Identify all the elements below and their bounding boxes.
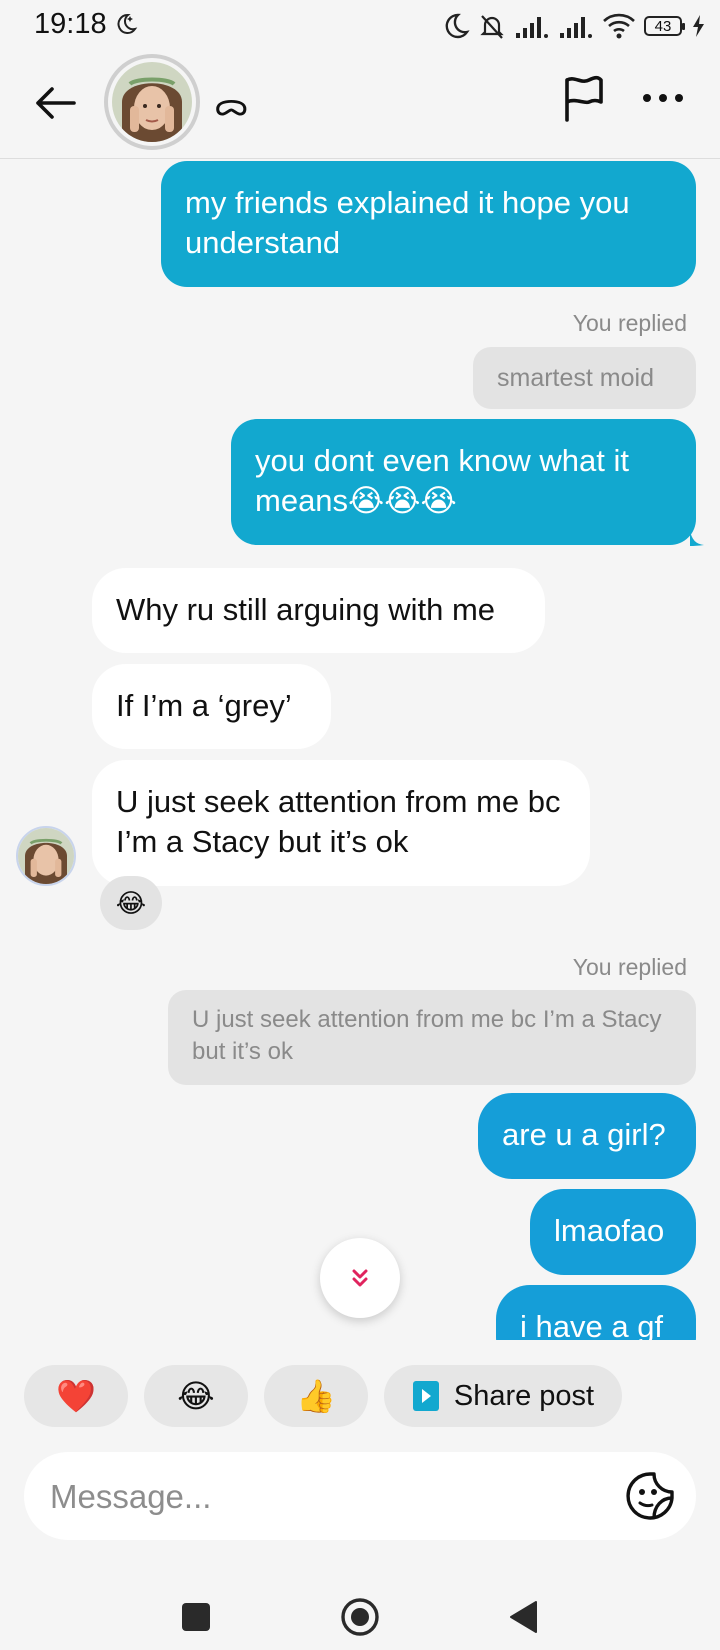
wifi-icon (603, 13, 635, 39)
battery-level: 43 (654, 17, 672, 35)
bell-muted-icon (480, 15, 504, 39)
back-nav-button[interactable] (508, 1600, 538, 1634)
status-icons: 43 (442, 10, 706, 42)
avatar-image (112, 62, 192, 142)
contact-avatar[interactable] (104, 54, 200, 150)
signal-icon (516, 17, 548, 38)
sticker-icon[interactable] (624, 1470, 676, 1522)
you-replied-label: You replied (572, 954, 687, 980)
battery-indicator: 43 (644, 16, 685, 36)
heart-emoji: ❤️ (56, 1378, 96, 1414)
sender-avatar[interactable] (16, 826, 76, 886)
more-icon[interactable] (640, 88, 686, 108)
sent-message[interactable]: my friends explained it hope you underst… (161, 161, 696, 287)
sent-message[interactable]: lmaofao (530, 1189, 696, 1275)
thumbs-up-emoji: 👍 (296, 1378, 336, 1414)
sent-message[interactable]: are u a girl? (478, 1093, 696, 1179)
sent-message[interactable]: i have a gf (496, 1285, 696, 1340)
share-post-label: Share post (453, 1379, 595, 1412)
received-message[interactable]: Why ru still arguing with me (92, 568, 545, 653)
status-time: 19:18 (34, 8, 107, 40)
back-arrow-icon[interactable] (32, 80, 78, 126)
share-post-icon (412, 1381, 439, 1411)
bubble-tail (690, 530, 704, 546)
message-reaction[interactable]: 😂 (100, 876, 162, 930)
contact-name[interactable]: ᯅ (214, 82, 249, 125)
recents-button[interactable] (182, 1603, 210, 1631)
message-input[interactable] (48, 1470, 612, 1524)
quick-thumbs-button[interactable]: 👍 (264, 1365, 368, 1427)
you-replied-label: You replied (572, 310, 687, 336)
moon-icon (445, 13, 470, 39)
quick-heart-button[interactable]: ❤️ (24, 1365, 128, 1427)
message-composer (24, 1452, 696, 1540)
system-nav-bar (0, 1560, 720, 1650)
signal-icon-2 (560, 17, 592, 38)
received-message[interactable]: U just seek attention from me bc I’m a S… (92, 760, 590, 886)
charging-icon (693, 15, 704, 37)
share-post-button[interactable]: Share post (384, 1365, 622, 1427)
status-bar: 19:18 43 (0, 0, 720, 52)
laugh-emoji: 😂 (177, 1378, 215, 1414)
home-button[interactable] (340, 1597, 380, 1637)
received-message[interactable]: If I’m a ‘grey’ (92, 664, 331, 749)
do-not-disturb-moon-icon (117, 13, 138, 34)
flag-icon[interactable] (562, 74, 606, 124)
double-chevron-down-icon (352, 1269, 368, 1287)
scroll-to-bottom-button[interactable] (320, 1238, 400, 1318)
quoted-message[interactable]: U just seek attention from me bc I’m a S… (168, 990, 696, 1085)
sent-message[interactable]: you dont even know what it means😭😭😭 (231, 419, 696, 545)
message-list[interactable]: my friends explained it hope you underst… (0, 158, 720, 1340)
quick-laugh-button[interactable]: 😂 (144, 1365, 248, 1427)
quoted-message[interactable]: smartest moid (473, 347, 696, 409)
